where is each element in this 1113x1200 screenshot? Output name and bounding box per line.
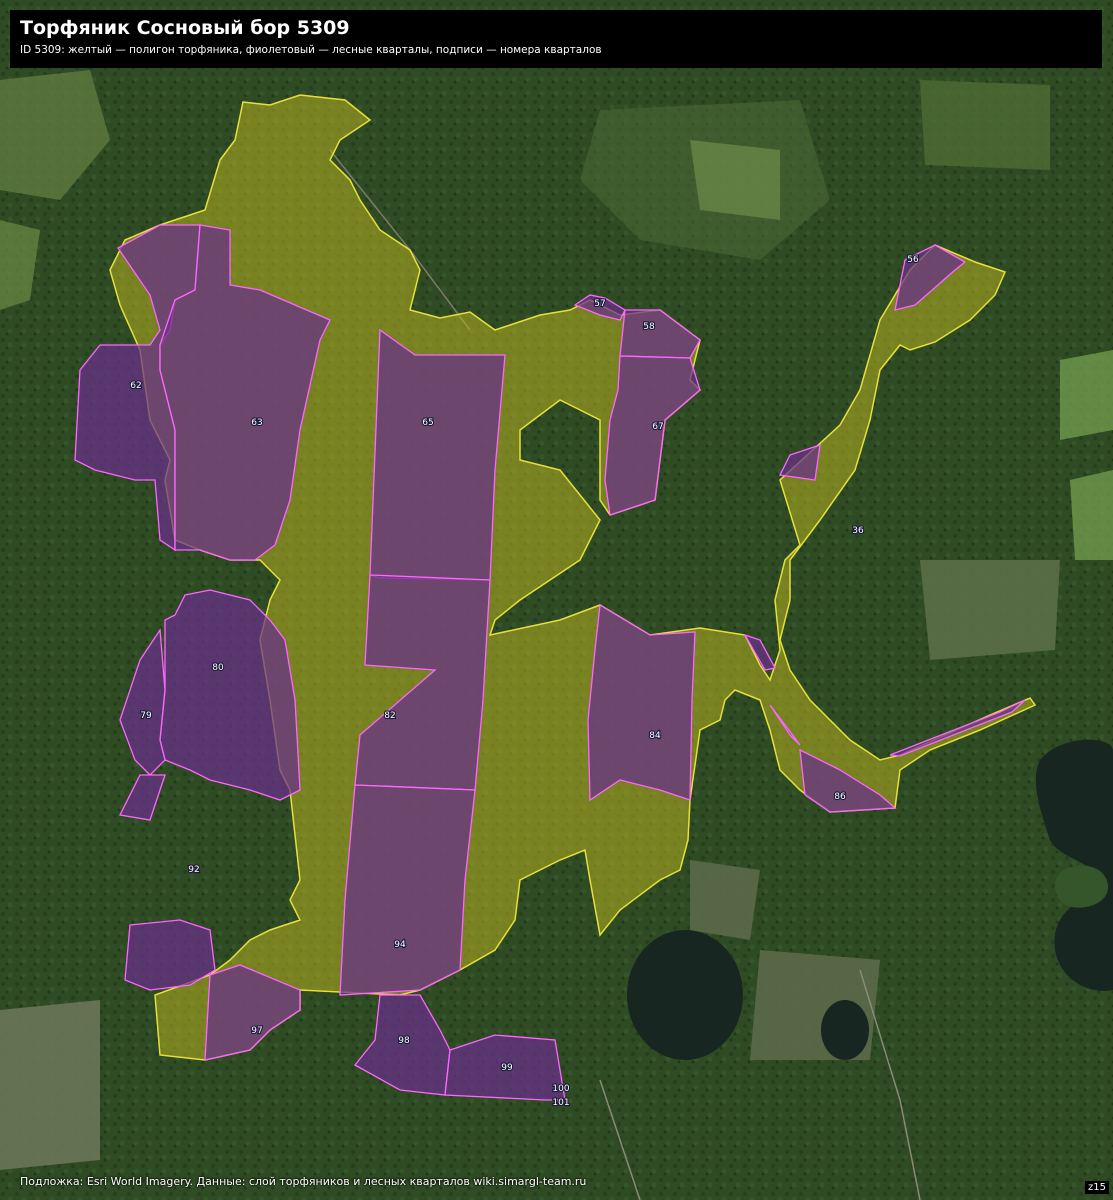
field-area [1054,865,1109,908]
field-area [1070,470,1113,560]
quarter-label: 56 [907,255,919,265]
quarter-label: 58 [643,322,655,332]
quarter-label: 80 [212,663,224,673]
quarter-label: 79 [140,711,152,721]
quarter-label: 36 [852,526,864,536]
village-area [920,560,1060,660]
quarter-label: 82 [384,711,395,721]
quarter-84 [587,603,696,802]
quarter-label: 101 [552,1098,569,1108]
quarter-label: 92 [188,865,199,875]
quarter-label: 98 [398,1036,410,1046]
field-area [920,80,1050,170]
quarter-94 [339,784,476,996]
quarter-65 [369,328,506,581]
page-title: Торфяник Сосновый бор 5309 [20,17,350,39]
attribution-text: Подложка: Esri World Imagery. Данные: сл… [20,1175,587,1188]
quarter-label: 57 [594,299,605,309]
quarter-label: 65 [422,418,433,428]
zoom-level-badge: z15 [1085,1181,1109,1194]
quarter-label: 97 [251,1026,262,1036]
village-area [690,860,760,940]
village-area [0,1000,100,1170]
quarter-label: 84 [649,731,661,741]
map-title-box: Торфяник Сосновый бор 5309 ID 5309: желт… [10,10,1102,68]
map-legend-description: ID 5309: желтый — полигон торфяника, фио… [20,44,602,56]
lake [627,930,743,1060]
field-area [690,140,780,220]
quarter-label: 63 [251,418,262,428]
field-area [1060,350,1113,440]
quarter-label: 62 [130,381,141,391]
quarter-label: 94 [394,940,406,950]
quarter-label: 99 [501,1063,513,1073]
lake [821,1000,869,1060]
satellite-map[interactable]: 56 57 58 62 63 65 67 79 80 82 84 86 92 9… [0,0,1113,1200]
quarter-label: 100 [552,1084,569,1094]
quarter-label: 86 [834,792,846,802]
quarter-label: 67 [652,422,663,432]
